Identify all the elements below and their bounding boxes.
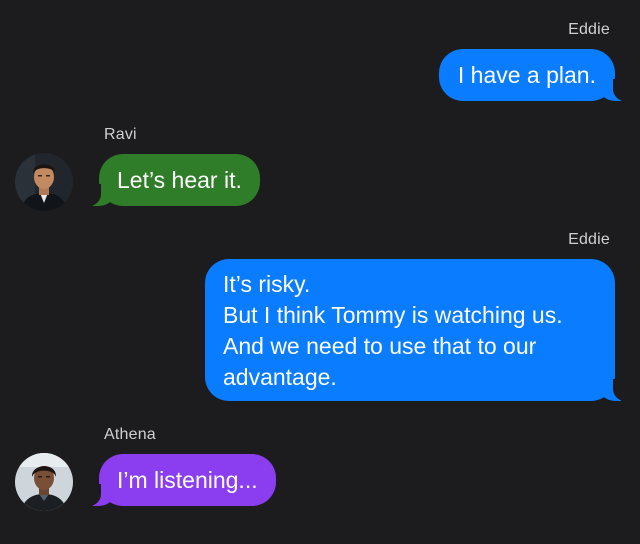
- message-bubble-outgoing[interactable]: It’s risky. But I think Tommy is watchin…: [205, 259, 631, 401]
- bubble-tail: [83, 484, 115, 506]
- message-bubble-outgoing[interactable]: I have a plan.: [438, 49, 631, 101]
- message-text: Let’s hear it.: [117, 167, 242, 193]
- message-bubble-incoming[interactable]: I’m listening...: [83, 454, 276, 506]
- bubble-tail: [599, 379, 631, 401]
- message-text: I’m listening...: [117, 467, 258, 493]
- message-text: I have a plan.: [457, 62, 596, 88]
- avatar-ravi-image: [15, 153, 73, 211]
- sender-name-athena: Athena: [104, 426, 156, 443]
- sender-name-eddie: Eddie: [568, 21, 610, 38]
- avatar-athena[interactable]: [15, 453, 73, 511]
- message-thread: Eddie I have a plan. Ravi Let’s hear it.…: [0, 0, 640, 544]
- avatar-athena-image: [15, 453, 73, 511]
- bubble-tail: [599, 79, 631, 101]
- avatar-ravi[interactable]: [15, 153, 73, 211]
- message-bubble-incoming[interactable]: Let’s hear it.: [83, 154, 260, 206]
- sender-name-ravi: Ravi: [104, 126, 137, 143]
- bubble-tail: [83, 184, 115, 206]
- message-text: It’s risky. But I think Tommy is watchin…: [223, 271, 563, 390]
- sender-name-eddie: Eddie: [568, 231, 610, 248]
